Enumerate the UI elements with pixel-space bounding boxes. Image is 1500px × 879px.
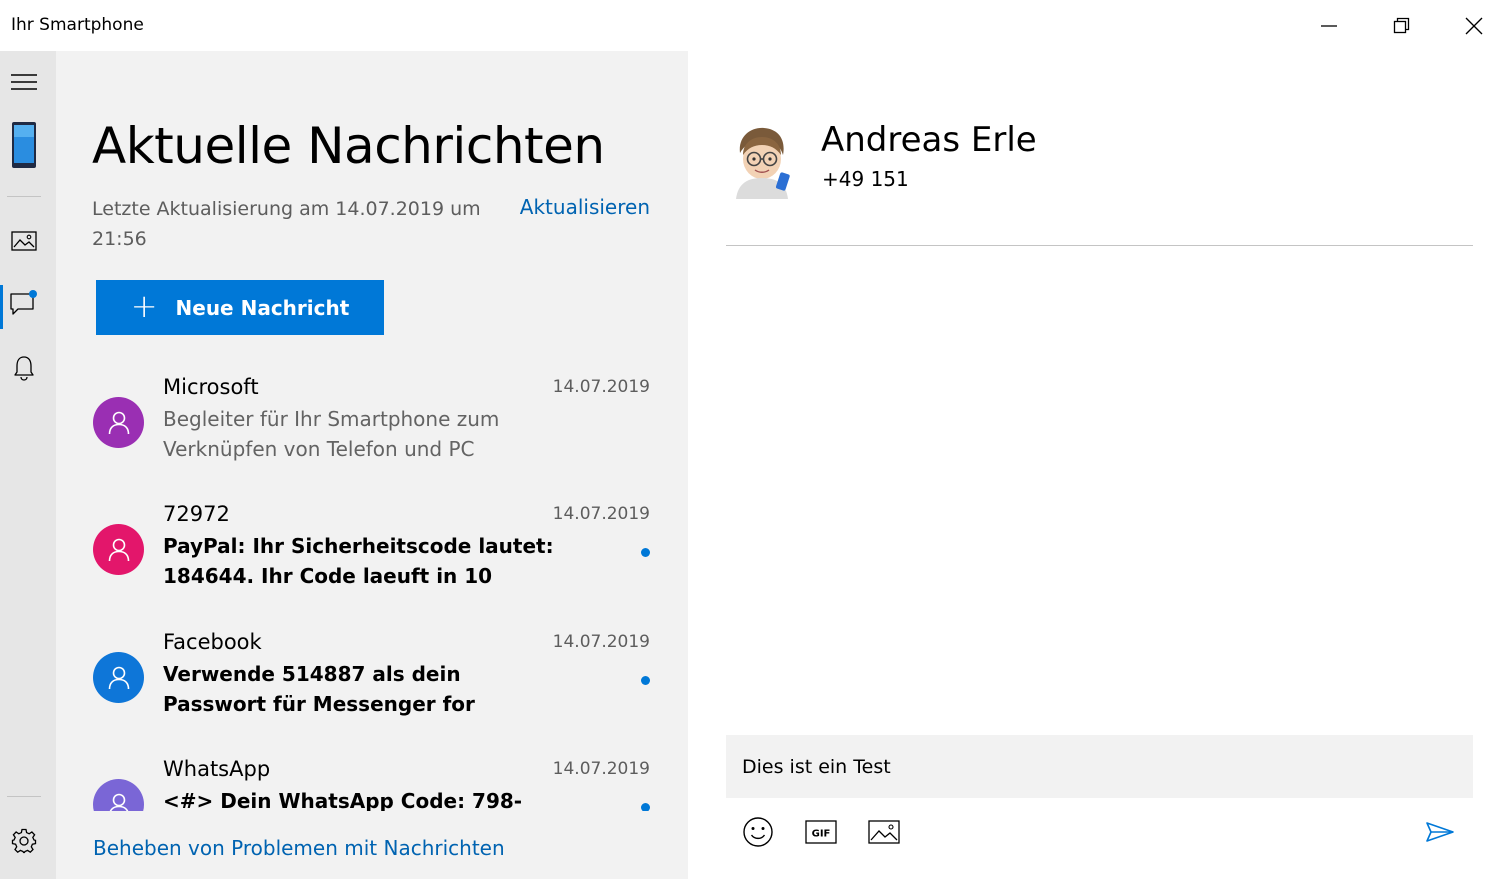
person-icon <box>108 666 129 689</box>
avatar <box>93 397 144 448</box>
app-title: Ihr Smartphone <box>11 15 144 35</box>
avatar <box>93 779 144 811</box>
close-icon <box>1465 17 1483 34</box>
contact-phone: +49 151 <box>822 167 909 191</box>
title-bar: Ihr Smartphone <box>0 0 1500 51</box>
send-button[interactable] <box>1420 812 1460 852</box>
avatar <box>93 524 144 575</box>
phone-button[interactable] <box>0 121 48 169</box>
conversation-date: 14.07.2019 <box>552 504 650 524</box>
conversation-detail-pane: Andreas Erle +49 151 GIF <box>688 51 1500 879</box>
image-attach-button[interactable] <box>864 812 904 852</box>
conversation-date: 14.07.2019 <box>552 759 650 779</box>
hamburger-menu-icon <box>11 74 37 90</box>
avatar <box>93 652 144 703</box>
restore-icon <box>1393 17 1410 33</box>
person-icon <box>109 793 128 811</box>
conversation-item-microsoft[interactable]: Microsoft 14.07.2019 Begleiter für Ihr S… <box>56 373 688 501</box>
new-message-label: Neue Nachricht <box>175 295 350 320</box>
restore-button[interactable] <box>1366 0 1438 51</box>
conversation-item-whatsapp[interactable]: WhatsApp 14.07.2019 <#> Dein WhatsApp Co… <box>56 755 688 811</box>
rail-separator <box>7 796 41 797</box>
person-icon <box>108 538 129 561</box>
unread-indicator <box>641 676 650 685</box>
notifications-bell-icon <box>14 356 34 381</box>
new-message-button[interactable]: + Neue Nachricht <box>96 280 384 335</box>
settings-button[interactable] <box>0 817 48 865</box>
photos-icon <box>11 231 37 251</box>
gif-button[interactable]: GIF <box>801 812 841 852</box>
unread-indicator <box>641 803 650 811</box>
contact-avatar <box>728 127 796 199</box>
header-separator <box>726 245 1473 246</box>
minimize-button[interactable] <box>1293 0 1365 51</box>
page-title: Aktuelle Nachrichten <box>92 117 605 175</box>
person-icon <box>108 411 129 434</box>
last-update-text: Letzte Aktualisierung am 14.07.2019 um 2… <box>92 198 481 250</box>
messages-list-pane: Aktuelle Nachrichten Letzte Aktualisieru… <box>56 51 688 879</box>
emoji-button[interactable] <box>738 812 778 852</box>
image-icon <box>868 820 900 844</box>
conversation-item-72972[interactable]: 72972 14.07.2019 PayPal: Ihr Sicherheits… <box>56 500 688 628</box>
conversation-list[interactable]: Microsoft 14.07.2019 Begleiter für Ihr S… <box>56 373 688 811</box>
send-icon <box>1426 822 1454 842</box>
rail-separator <box>7 196 41 197</box>
conversation-preview: Verwende 514887 als dein Passwort für Me… <box>163 662 475 716</box>
close-button[interactable] <box>1438 0 1500 51</box>
conversation-item-facebook[interactable]: Facebook 14.07.2019 Verwende 514887 als … <box>56 628 688 756</box>
message-compose-input[interactable] <box>726 735 1473 798</box>
photos-button[interactable] <box>0 217 48 265</box>
settings-gear-icon <box>11 828 37 854</box>
messages-button[interactable] <box>0 280 48 328</box>
minimize-icon <box>1321 24 1337 27</box>
refresh-link[interactable]: Aktualisieren <box>520 195 650 219</box>
conversation-preview: Begleiter für Ihr Smartphone zum Verknüp… <box>163 407 500 461</box>
unread-indicator <box>641 548 650 557</box>
messages-icon <box>10 290 37 315</box>
phone-icon <box>12 122 36 168</box>
conversation-preview: PayPal: Ihr Sicherheitscode lautet: 1846… <box>163 534 554 588</box>
plus-icon: + <box>130 286 158 325</box>
nav-rail <box>0 51 56 879</box>
conversation-name: Microsoft <box>163 375 259 399</box>
conversation-name: WhatsApp <box>163 757 271 781</box>
contact-name: Andreas Erle <box>821 120 1037 160</box>
conversation-name: 72972 <box>163 502 230 526</box>
conversation-date: 14.07.2019 <box>552 632 650 652</box>
emoji-icon <box>743 817 773 847</box>
svg-text:GIF: GIF <box>812 829 831 840</box>
gif-icon: GIF <box>805 820 837 844</box>
conversation-name: Facebook <box>163 630 262 654</box>
hamburger-menu-button[interactable] <box>0 58 48 106</box>
troubleshoot-messages-link[interactable]: Beheben von Problemen mit Nachrichten <box>93 836 505 860</box>
conversation-date: 14.07.2019 <box>552 377 650 397</box>
notifications-button[interactable] <box>0 344 48 392</box>
conversation-preview: <#> Dein WhatsApp Code: 798-816 <box>163 789 523 811</box>
